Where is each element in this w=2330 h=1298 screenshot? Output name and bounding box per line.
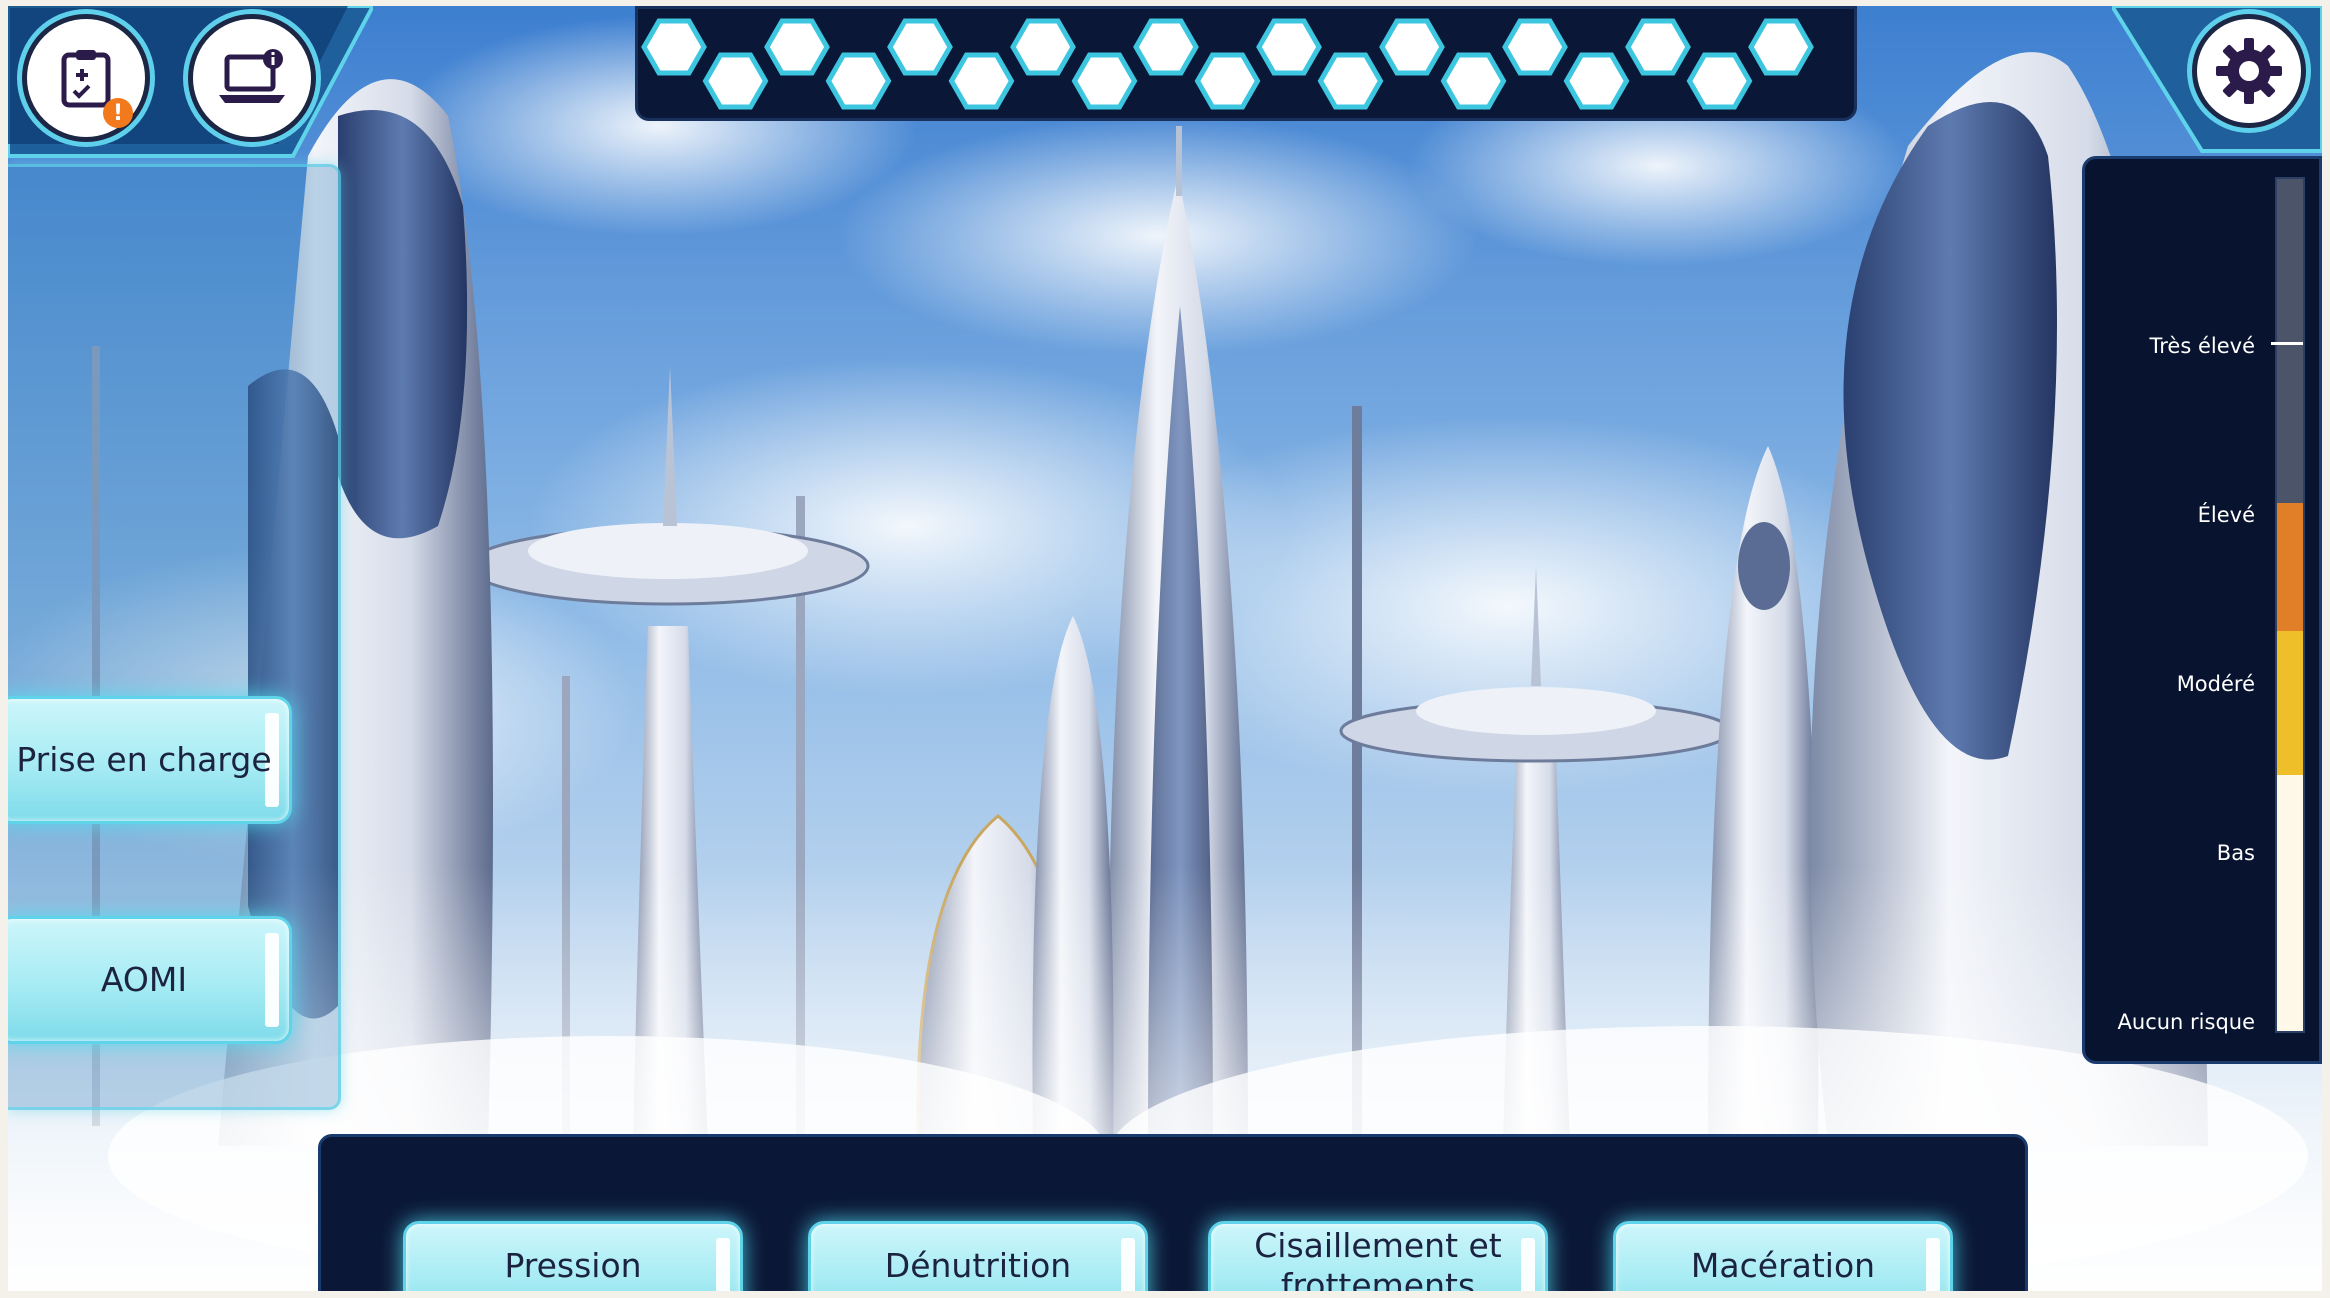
hex-cell [1502, 18, 1568, 76]
pression-button[interactable]: Pression [403, 1221, 743, 1291]
maceration-button[interactable]: Macération [1613, 1221, 1953, 1291]
denutrition-button[interactable]: Dénutrition [808, 1221, 1148, 1291]
hex-cell [1071, 52, 1138, 110]
risk-label-low: Bas [2216, 841, 2255, 865]
prise-en-charge-label: Prise en charge [16, 740, 272, 779]
hex-cell [764, 18, 830, 76]
risk-tick-very-high [2271, 342, 2303, 345]
cisaillement-button[interactable]: Cisaillement et frottements [1208, 1221, 1548, 1291]
hex-cell [1133, 18, 1199, 76]
prise-en-charge-button[interactable]: Prise en charge [8, 696, 292, 824]
risk-band-moderate [2277, 630, 2303, 776]
risk-label-none: Aucun risque [2117, 1010, 2255, 1034]
city-background [8, 6, 2322, 1291]
risk-band-high [2277, 502, 2303, 631]
risk-label-very-high: Très élevé [2149, 334, 2255, 358]
hex-cell [1686, 52, 1753, 110]
risk-scale-bar [2271, 177, 2305, 1033]
risk-label-moderate: Modéré [2176, 672, 2255, 696]
risk-band-low [2277, 775, 2303, 1031]
hex-cell [1748, 18, 1814, 76]
aomi-label: AOMI [100, 960, 188, 999]
gear-icon [2216, 38, 2282, 104]
hex-cell [702, 52, 769, 110]
aomi-button[interactable]: AOMI [8, 916, 292, 1044]
cisaillement-label: Cisaillement et frottements [1254, 1226, 1502, 1291]
clipboard-checklist-icon [61, 50, 111, 108]
game-screen: ! Prise en charge AOMI Très élevé Élevé … [8, 6, 2322, 1291]
hex-cell [1379, 18, 1445, 76]
hex-cell [1010, 18, 1076, 76]
settings-button[interactable] [2192, 14, 2306, 128]
hex-cell [1317, 52, 1384, 110]
hex-cell [641, 18, 707, 76]
exclamation-badge-icon: ! [103, 98, 133, 128]
hex-cell [948, 52, 1015, 110]
maceration-label: Macération [1690, 1246, 1876, 1285]
pression-label: Pression [504, 1246, 642, 1285]
hex-cell [825, 52, 892, 110]
hex-cell [1440, 52, 1507, 110]
denutrition-label: Dénutrition [884, 1246, 1072, 1285]
hex-progress-bar [635, 6, 1857, 121]
hex-cell [1194, 52, 1261, 110]
hex-cell [887, 18, 953, 76]
hex-cell [1563, 52, 1630, 110]
clipboard-button[interactable] [22, 14, 150, 142]
info-button[interactable] [188, 14, 316, 142]
risk-scale-panel: Très élevé Élevé Modéré Bas Aucun risque [2082, 156, 2322, 1064]
risk-band-very-high [2277, 179, 2303, 503]
hex-cell [1625, 18, 1691, 76]
laptop-info-icon [219, 49, 285, 103]
hex-cell [1256, 18, 1322, 76]
risk-label-high: Élevé [2197, 503, 2255, 527]
